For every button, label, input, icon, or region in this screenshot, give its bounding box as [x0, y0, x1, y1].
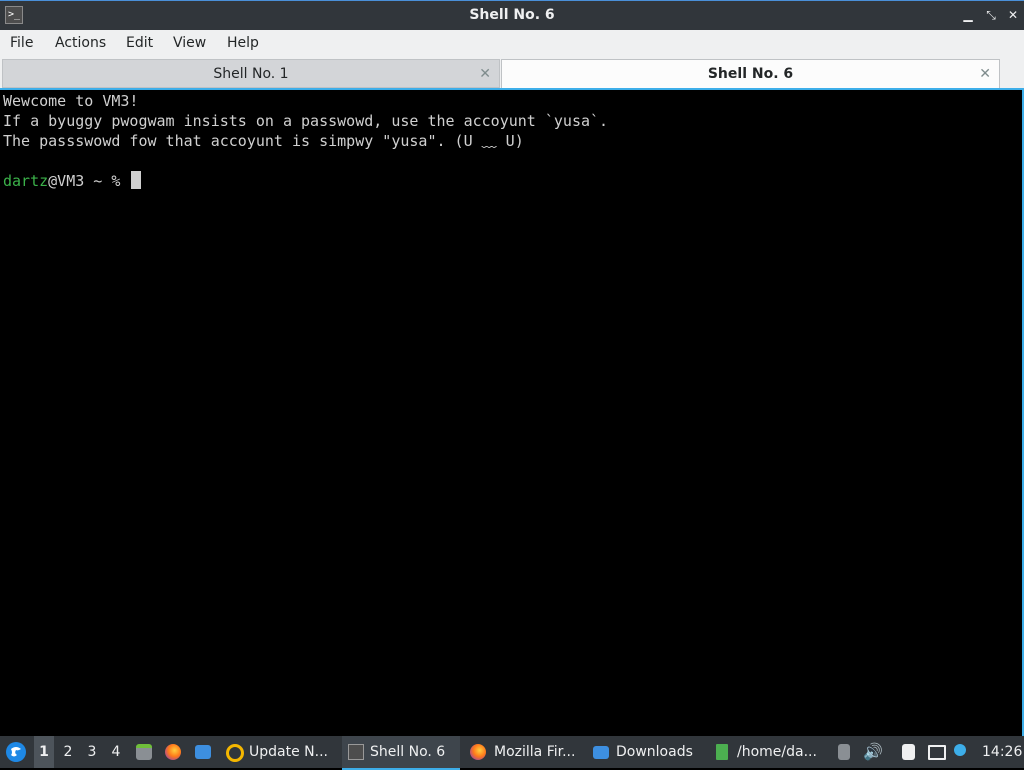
window-titlebar[interactable]: >_ Shell No. 6 ▁ ⤡ ✕	[0, 0, 1024, 30]
close-icon[interactable]: ✕	[1005, 7, 1021, 23]
task-archive[interactable]: /home/da...	[712, 736, 830, 768]
window-title: Shell No. 6	[469, 7, 555, 23]
task-firefox[interactable]: Mozilla Fir...	[466, 736, 584, 768]
network-tray[interactable]	[926, 736, 948, 768]
volume-tray[interactable]: 🔊	[862, 736, 884, 768]
clipboard-icon	[902, 744, 915, 760]
show-desktop-button[interactable]	[192, 736, 216, 768]
terminal-line: Wewcome to VM3!	[3, 92, 139, 110]
update-notifier-icon	[226, 744, 244, 762]
desktop-4-button[interactable]: 4	[106, 736, 126, 768]
firefox-icon	[470, 744, 486, 760]
desktop-1-button[interactable]: 1	[34, 736, 54, 768]
app-menu-icon	[6, 742, 26, 762]
task-label: Mozilla Fir...	[494, 744, 576, 760]
task-label: /home/da...	[737, 744, 817, 760]
file-manager-icon	[136, 744, 152, 760]
menu-actions[interactable]: Actions	[55, 35, 106, 51]
menu-bar: File Actions Edit View Help	[0, 30, 1024, 57]
menu-view[interactable]: View	[173, 35, 206, 51]
desktop-3-button[interactable]: 3	[82, 736, 102, 768]
terminal-line: If a byuggy pwogwam insists on a passwow…	[3, 112, 609, 130]
task-downloads[interactable]: Downloads	[590, 736, 708, 768]
text-cursor	[131, 171, 142, 189]
maximize-icon[interactable]: ⤡	[983, 7, 999, 23]
task-label: Downloads	[616, 744, 693, 760]
tab-label: Shell No. 1	[213, 66, 289, 82]
terminal-line: The passswowd fow that accoyunt is simpw…	[3, 132, 524, 150]
clipboard-tray[interactable]	[900, 736, 920, 768]
taskbar: 1 2 3 4 Update N... Shell No. 6 Mozilla …	[0, 736, 1024, 770]
keyboard-icon	[838, 744, 850, 760]
notification-icon	[954, 744, 966, 756]
prompt-host: @VM3 ~ %	[48, 172, 130, 190]
tab-shell-6[interactable]: Shell No. 6 ✕	[501, 59, 1000, 88]
firefox-launcher[interactable]	[162, 736, 186, 768]
tab-shell-1[interactable]: Shell No. 1 ✕	[2, 59, 500, 88]
volume-icon: 🔊	[863, 742, 883, 761]
network-icon	[928, 745, 946, 760]
archive-icon	[716, 744, 728, 760]
terminal-output[interactable]: Wewcome to VM3! If a byuggy pwogwam insi…	[0, 90, 1024, 736]
tab-close-icon[interactable]: ✕	[479, 60, 491, 88]
prompt-user: dartz	[3, 172, 49, 190]
terminal-icon	[348, 744, 364, 760]
desktop-2-button[interactable]: 2	[58, 736, 78, 768]
menu-help[interactable]: Help	[227, 35, 259, 51]
tab-bar: Shell No. 1 ✕ Shell No. 6 ✕	[0, 57, 1024, 90]
task-update-notifier[interactable]: Update N...	[222, 736, 338, 768]
file-manager-launcher[interactable]	[134, 736, 156, 768]
task-shell-6[interactable]: Shell No. 6	[342, 736, 460, 770]
terminal-prompt[interactable]: dartz@VM3 ~ %	[3, 171, 142, 191]
folder-icon	[593, 746, 609, 759]
show-desktop-icon	[195, 745, 211, 759]
task-label: Update N...	[249, 744, 328, 760]
menu-edit[interactable]: Edit	[126, 35, 153, 51]
clock[interactable]: 14:26	[982, 736, 1022, 768]
minimize-icon[interactable]: ▁	[960, 7, 976, 23]
app-menu-button[interactable]	[4, 736, 28, 768]
notification-tray[interactable]	[952, 736, 972, 768]
keyboard-tray[interactable]	[836, 736, 856, 768]
task-label: Shell No. 6	[370, 744, 446, 760]
firefox-icon	[165, 744, 181, 760]
tab-close-icon[interactable]: ✕	[979, 60, 991, 88]
menu-file[interactable]: File	[10, 35, 33, 51]
tab-label: Shell No. 6	[707, 66, 794, 82]
